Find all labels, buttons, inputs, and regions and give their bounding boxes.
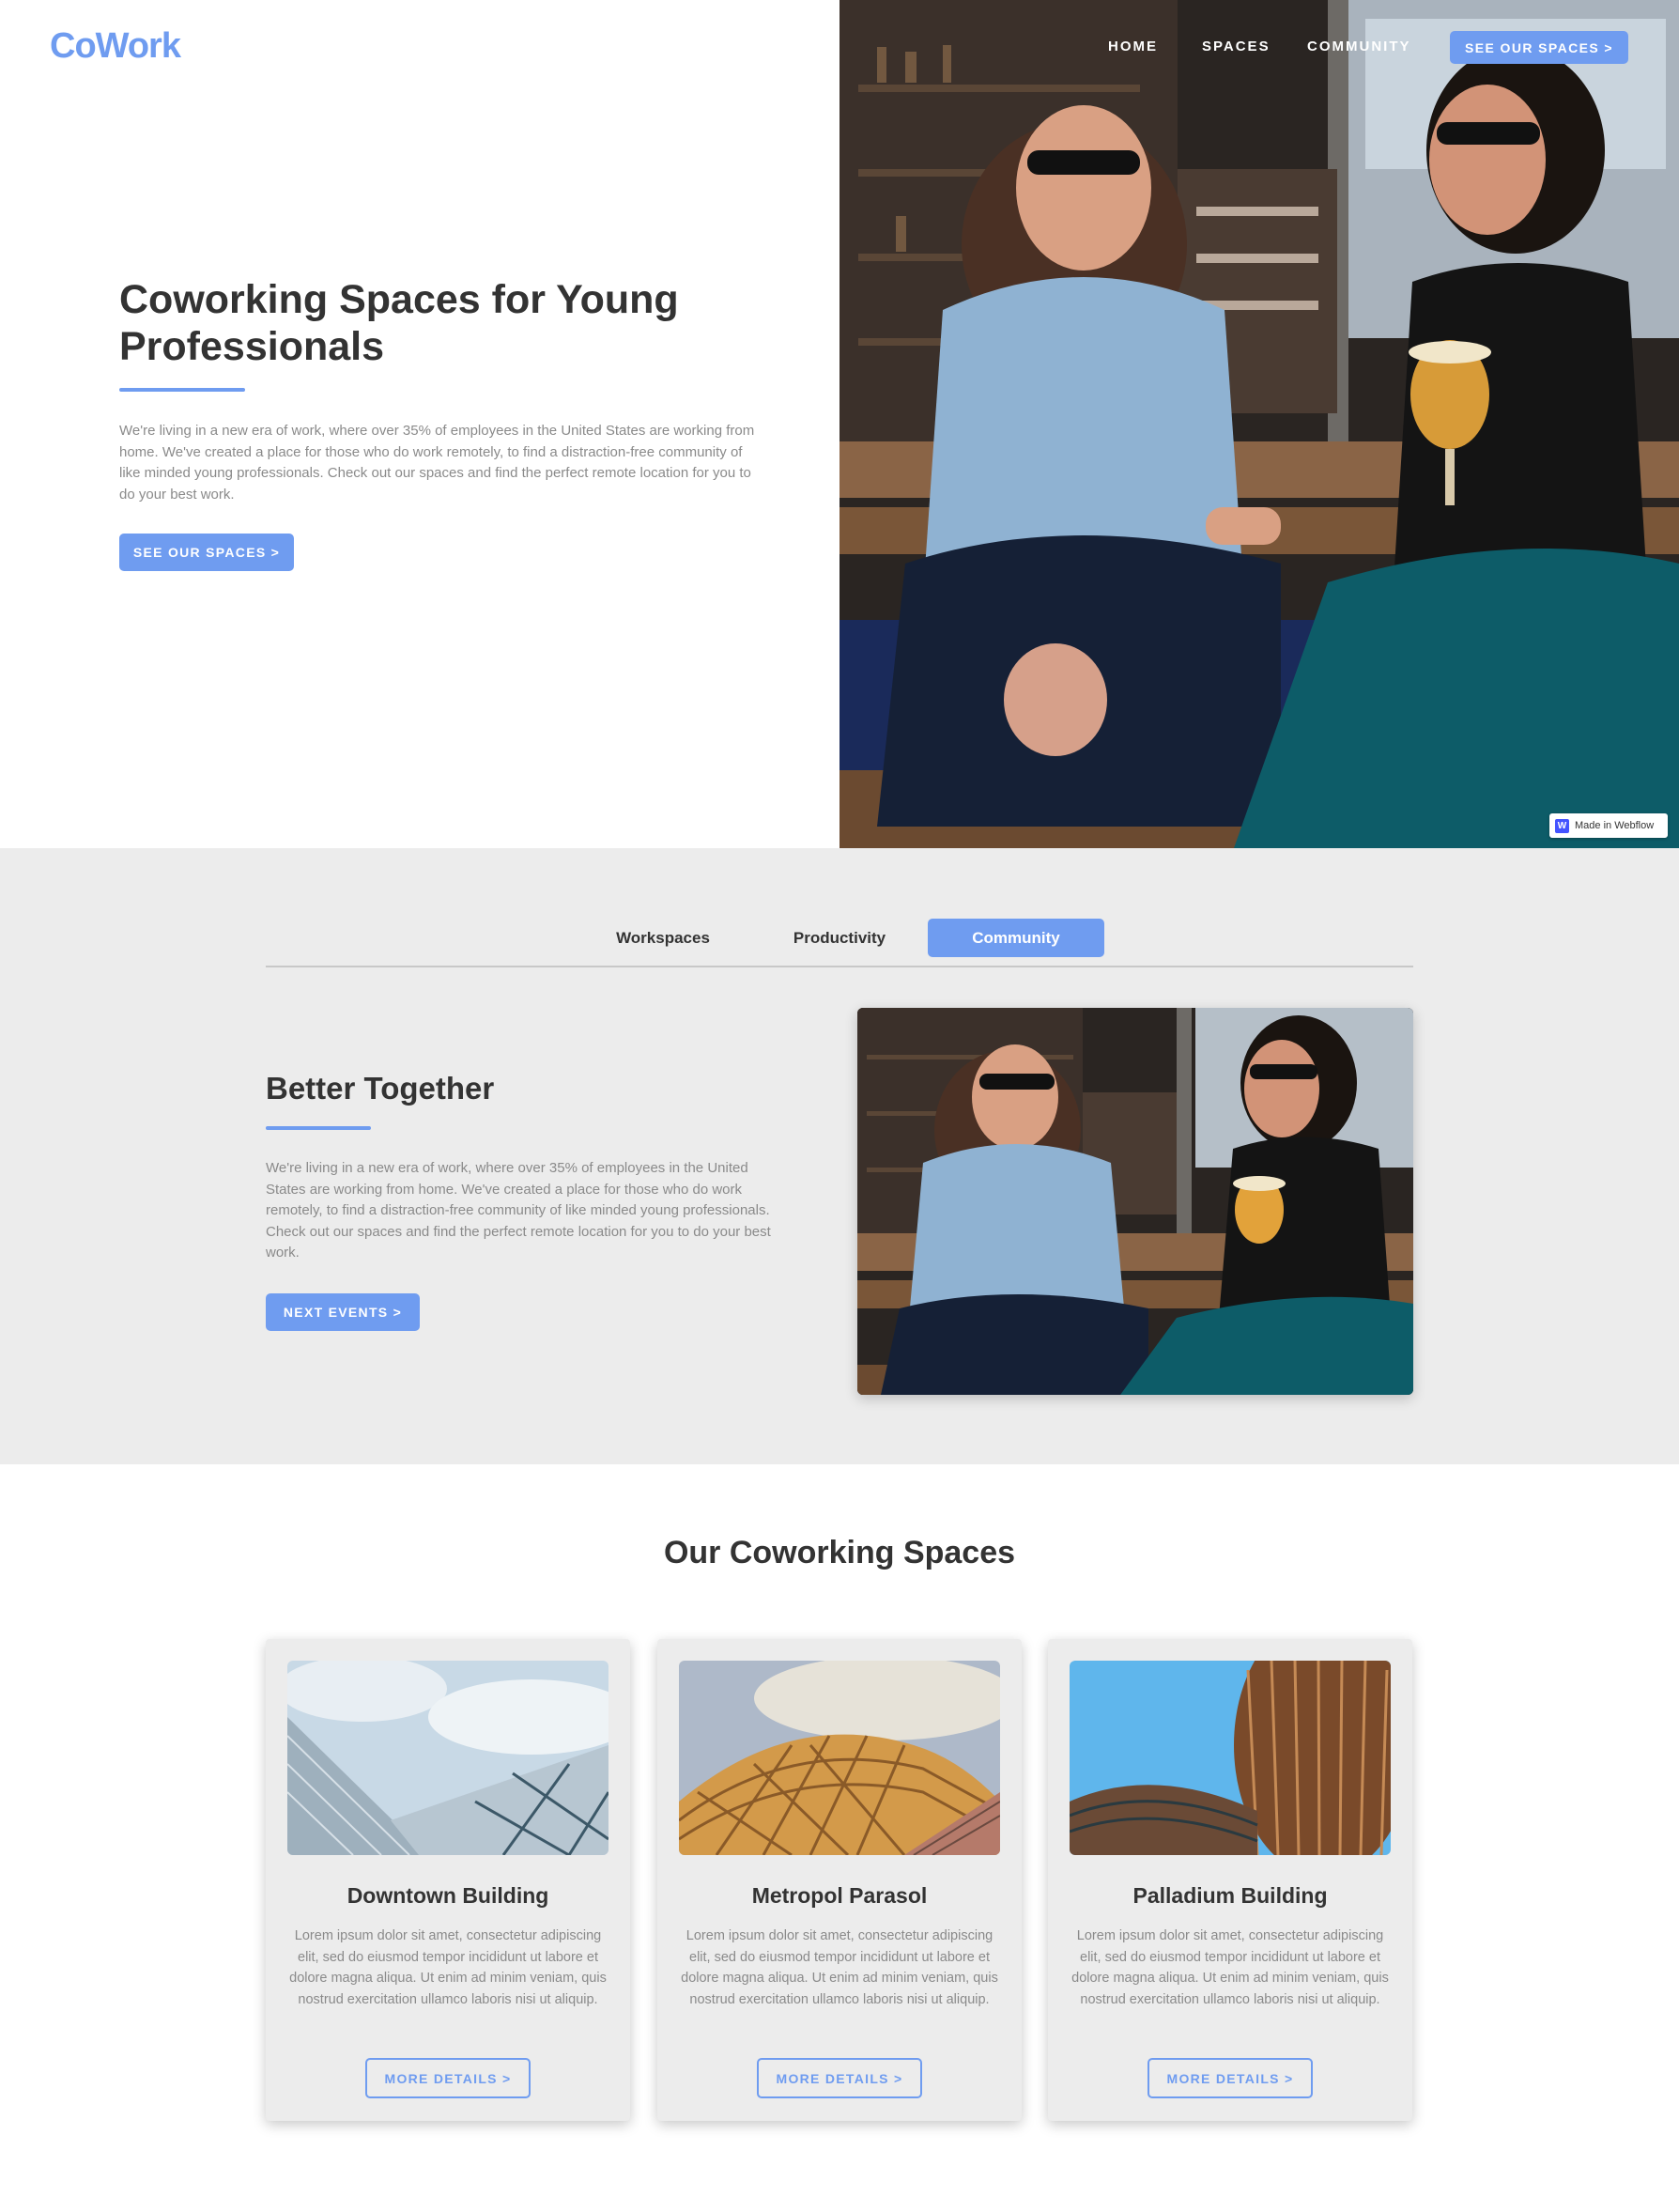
tab-panel-title: Better Together — [266, 1071, 495, 1106]
tabs-section: Workspaces Productivity Community Better… — [0, 848, 1679, 1464]
more-details-button[interactable]: MORE DETAILS > — [757, 2058, 922, 2098]
nav-see-spaces-button[interactable]: SEE OUR SPACES > — [1450, 31, 1628, 64]
brand-logo[interactable]: CoWork — [50, 26, 181, 67]
hero-title: Coworking Spaces for Young Professionals — [119, 277, 679, 369]
next-events-button[interactable]: NEXT EVENTS > — [266, 1293, 420, 1331]
hero-divider — [119, 388, 245, 392]
space-card-title: Metropol Parasol — [751, 1883, 928, 1908]
hero-see-spaces-button[interactable]: SEE OUR SPACES > — [119, 534, 294, 571]
space-card-description: Lorem ipsum dolor sit amet, consectetur … — [1071, 1928, 1389, 2007]
tab-panel-divider — [266, 1126, 371, 1130]
space-card-description: Lorem ipsum dolor sit amet, consectetur … — [681, 1928, 998, 2007]
hero-section: CoWork Coworking Spaces for Young Profes… — [0, 0, 1679, 848]
space-card-image — [287, 1661, 608, 1855]
webflow-badge-label: Made in Webflow — [1575, 820, 1655, 831]
nav-link-community[interactable]: COMMUNITY — [1307, 39, 1411, 54]
tab-bar: Workspaces Productivity Community — [266, 919, 1413, 967]
webflow-badge[interactable]: W Made in Webflow — [1549, 813, 1668, 838]
tab-panel-photo — [857, 1008, 1413, 1395]
space-card-description: Lorem ipsum dolor sit amet, consectetur … — [289, 1928, 607, 2007]
webflow-icon: W — [1555, 818, 1569, 833]
spaces-title: Our Coworking Spaces — [663, 1535, 1016, 1570]
more-details-button[interactable]: MORE DETAILS > — [1148, 2058, 1313, 2098]
nav-link-spaces[interactable]: SPACES — [1202, 39, 1271, 54]
space-card-title: Palladium Building — [1132, 1883, 1328, 1908]
space-card-palladium: Palladium Building Lorem ipsum dolor sit… — [1048, 1639, 1412, 2121]
more-details-button[interactable]: MORE DETAILS > — [365, 2058, 531, 2098]
tab-workspaces[interactable]: Workspaces — [575, 919, 751, 957]
hero-description: We're living in a new era of work, where… — [119, 423, 755, 503]
tab-productivity[interactable]: Productivity — [751, 919, 928, 957]
space-card-metropol: Metropol Parasol Lorem ipsum dolor sit a… — [657, 1639, 1022, 2121]
tab-community[interactable]: Community — [928, 919, 1104, 957]
space-card-image — [679, 1661, 1000, 1855]
space-card-title: Downtown Building — [347, 1883, 549, 1908]
nav-link-home[interactable]: HOME — [1108, 39, 1158, 54]
tab-panel-description: We're living in a new era of work, where… — [266, 1160, 771, 1261]
space-card-image — [1070, 1661, 1391, 1855]
hero-photo — [840, 0, 1679, 848]
space-card-downtown: Downtown Building Lorem ipsum dolor sit … — [266, 1639, 630, 2121]
hero-content: CoWork Coworking Spaces for Young Profes… — [0, 0, 840, 848]
